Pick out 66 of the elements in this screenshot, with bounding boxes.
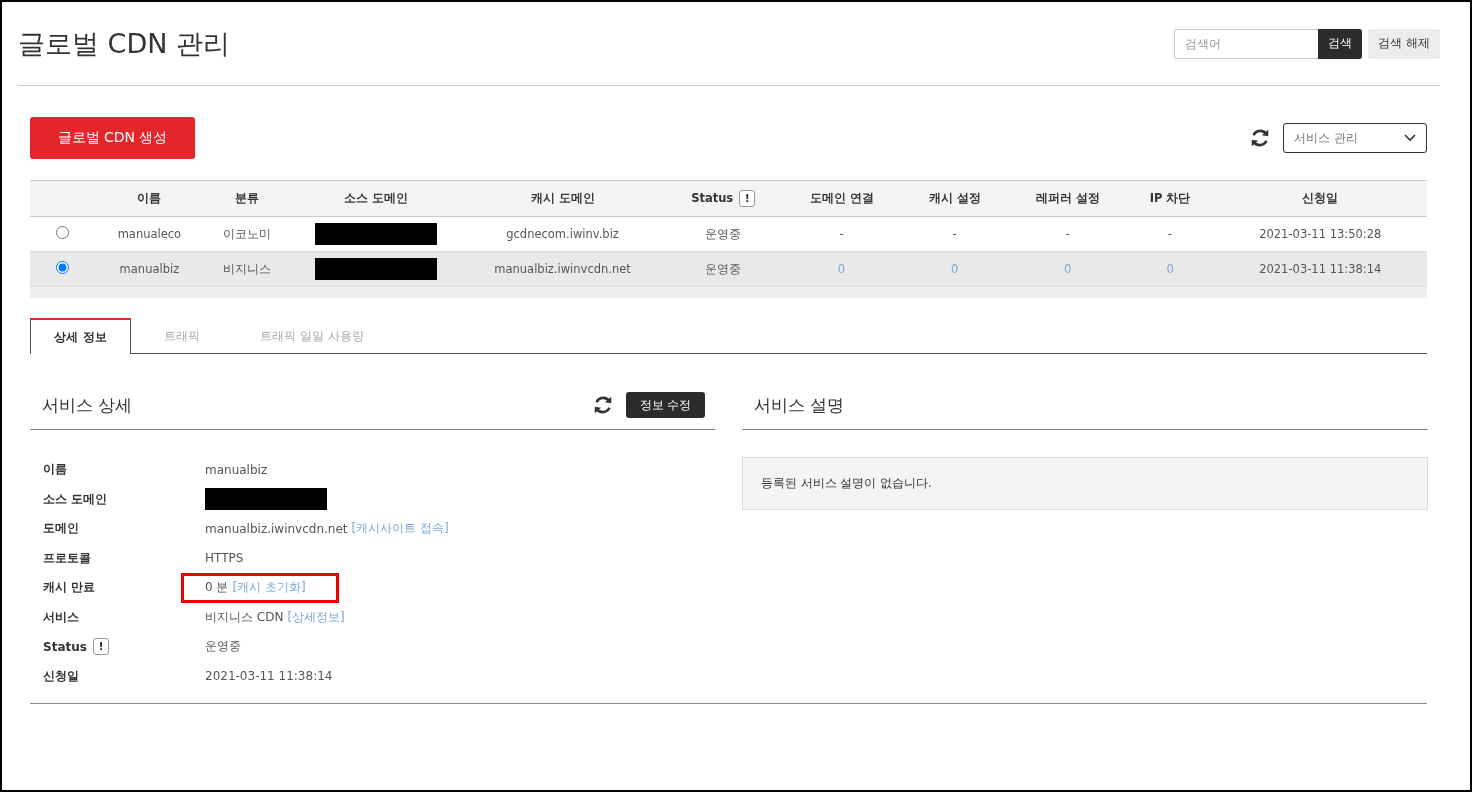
section-title: 서비스 상세 xyxy=(42,393,133,417)
count-link[interactable]: 0 xyxy=(950,262,959,276)
field-value: manualbiz.iwinvcdn.net xyxy=(205,521,348,536)
column-header: IP 차단 xyxy=(1149,191,1191,205)
search-field[interactable]: 검색어 xyxy=(1174,28,1319,59)
table-cell: gcdnecom.iwinv.biz xyxy=(506,227,619,241)
column-header: 신청일 xyxy=(1302,191,1339,205)
table-cell: 2021-03-11 13:50:28 xyxy=(1259,227,1382,241)
table-cell: - xyxy=(952,227,957,241)
table-cell: - xyxy=(1065,227,1070,241)
row-radio[interactable] xyxy=(56,226,70,239)
table-cell: 운영중 xyxy=(705,226,742,241)
page-title: 글로벌 CDN 관리 xyxy=(18,26,230,61)
column-header: 분류 xyxy=(234,191,259,205)
table-cell: 운영중 xyxy=(705,261,742,276)
section-title: 서비스 설명 xyxy=(754,393,845,417)
create-cdn-button[interactable]: 글로벌 CDN 생성 xyxy=(30,117,195,159)
table-cell: - xyxy=(839,227,844,241)
table-cell: 2021-03-11 11:38:14 xyxy=(1259,262,1382,276)
refresh-icon[interactable] xyxy=(592,394,614,416)
field-value: HTTPS xyxy=(205,551,244,566)
field-link[interactable]: [상세정보] xyxy=(287,608,345,626)
column-header: 캐시 도메인 xyxy=(530,191,595,205)
column-header: 레퍼러 설정 xyxy=(1035,191,1100,205)
count-link[interactable]: 0 xyxy=(1166,262,1174,276)
column-header: Status xyxy=(691,191,734,205)
table-cell: 이코노미 xyxy=(222,226,271,241)
field-value: 비지니스 CDN xyxy=(205,608,284,626)
table-cell: - xyxy=(1168,227,1173,241)
refresh-icon[interactable] xyxy=(1249,127,1271,149)
tab[interactable]: 트래픽 일일 사용량 xyxy=(232,318,392,354)
field-value: 운영중 xyxy=(205,638,241,656)
edit-info-button[interactable]: 정보 수정 xyxy=(626,392,705,418)
search-button[interactable]: 검색 xyxy=(1318,28,1363,59)
field-link[interactable]: [캐시사이트 접속] xyxy=(351,520,449,538)
field-link[interactable]: [캐시 초기화] xyxy=(232,579,306,597)
table-cell: manualbiz xyxy=(119,262,180,276)
description-box: 등록된 서비스 설명이 없습니다. xyxy=(742,457,1428,510)
info-mark[interactable]: ! xyxy=(92,638,109,656)
field-label: 서비스 xyxy=(43,608,79,626)
column-header: 이름 xyxy=(137,191,162,205)
column-header: 도메인 연결 xyxy=(809,191,874,205)
table-cell: manualeco xyxy=(117,227,182,241)
field-label: 신청일 xyxy=(43,667,79,685)
column-header: 캐시 설정 xyxy=(928,191,981,205)
count-link[interactable]: 0 xyxy=(1064,262,1072,276)
field-label: 도메인 xyxy=(43,520,79,538)
field-value: 2021-03-11 11:38:14 xyxy=(205,669,333,684)
column-header: 소스 도메인 xyxy=(343,191,408,205)
field-label: Status xyxy=(43,639,87,654)
field-value: 0 분 xyxy=(205,579,229,597)
field-value: manualbiz xyxy=(205,462,268,477)
field-label: 캐시 만료 xyxy=(43,579,96,597)
count-link[interactable]: 0 xyxy=(837,262,846,276)
tab[interactable]: 상세 정보 xyxy=(30,318,131,354)
field-label: 프로토콜 xyxy=(43,549,91,567)
service-select[interactable]: 서비스 관리 xyxy=(1283,123,1427,153)
tab[interactable]: 트래픽 xyxy=(131,318,232,354)
field-label: 이름 xyxy=(43,461,67,479)
clear-search-button[interactable]: 검색 해제 xyxy=(1368,28,1440,59)
info-mark[interactable]: ! xyxy=(739,190,756,207)
chevron-down-icon xyxy=(1404,134,1416,142)
field-label: 소스 도메인 xyxy=(43,490,108,508)
table-cell: manualbiz.iwinvcdn.net xyxy=(494,262,631,276)
table-cell: 비지니스 xyxy=(222,261,271,276)
row-radio[interactable] xyxy=(56,261,70,274)
